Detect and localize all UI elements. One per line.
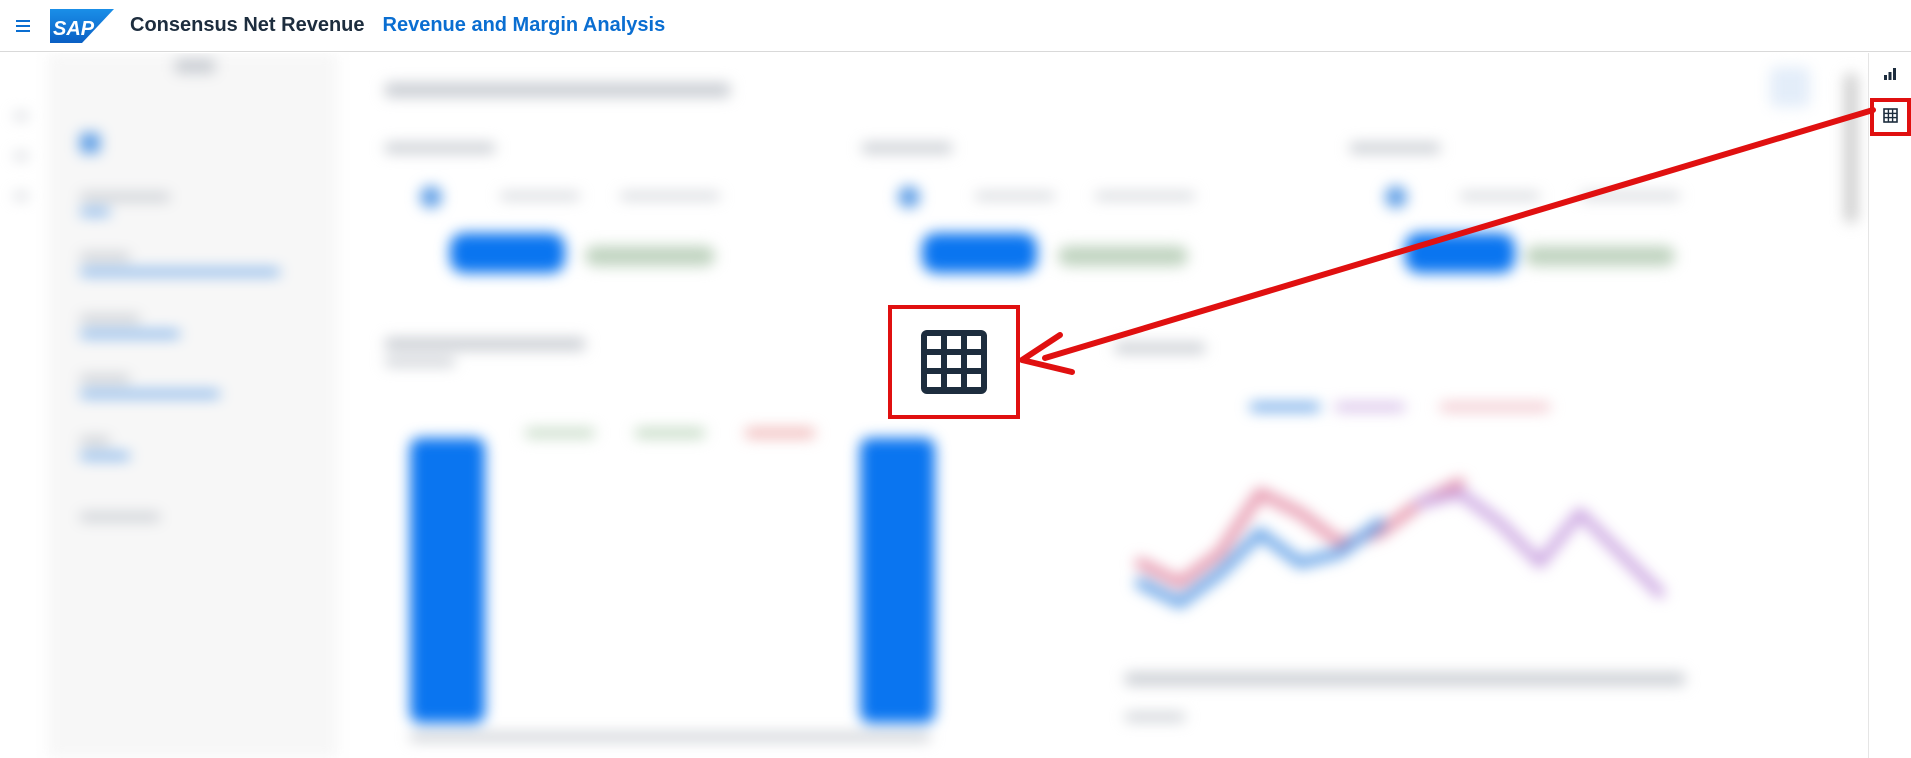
app-title: Consensus Net Revenue xyxy=(130,14,365,36)
hamburger-icon xyxy=(16,19,30,32)
zoomed-table-icon-callout xyxy=(888,305,1020,419)
bar-chart-icon xyxy=(1884,68,1896,80)
page-title[interactable]: Revenue and Margin Analysis xyxy=(383,14,666,37)
shell-bar: SAP Consensus Net Revenue Revenue and Ma… xyxy=(0,0,1911,52)
chart-view-button[interactable] xyxy=(1875,59,1905,89)
side-toolbar xyxy=(1868,53,1911,758)
table-grid-icon xyxy=(921,330,987,394)
sap-logo-text: SAP xyxy=(53,18,95,40)
sap-logo[interactable]: SAP xyxy=(50,8,114,43)
table-button-highlight xyxy=(1870,98,1911,136)
hamburger-menu-button[interactable] xyxy=(0,0,48,52)
